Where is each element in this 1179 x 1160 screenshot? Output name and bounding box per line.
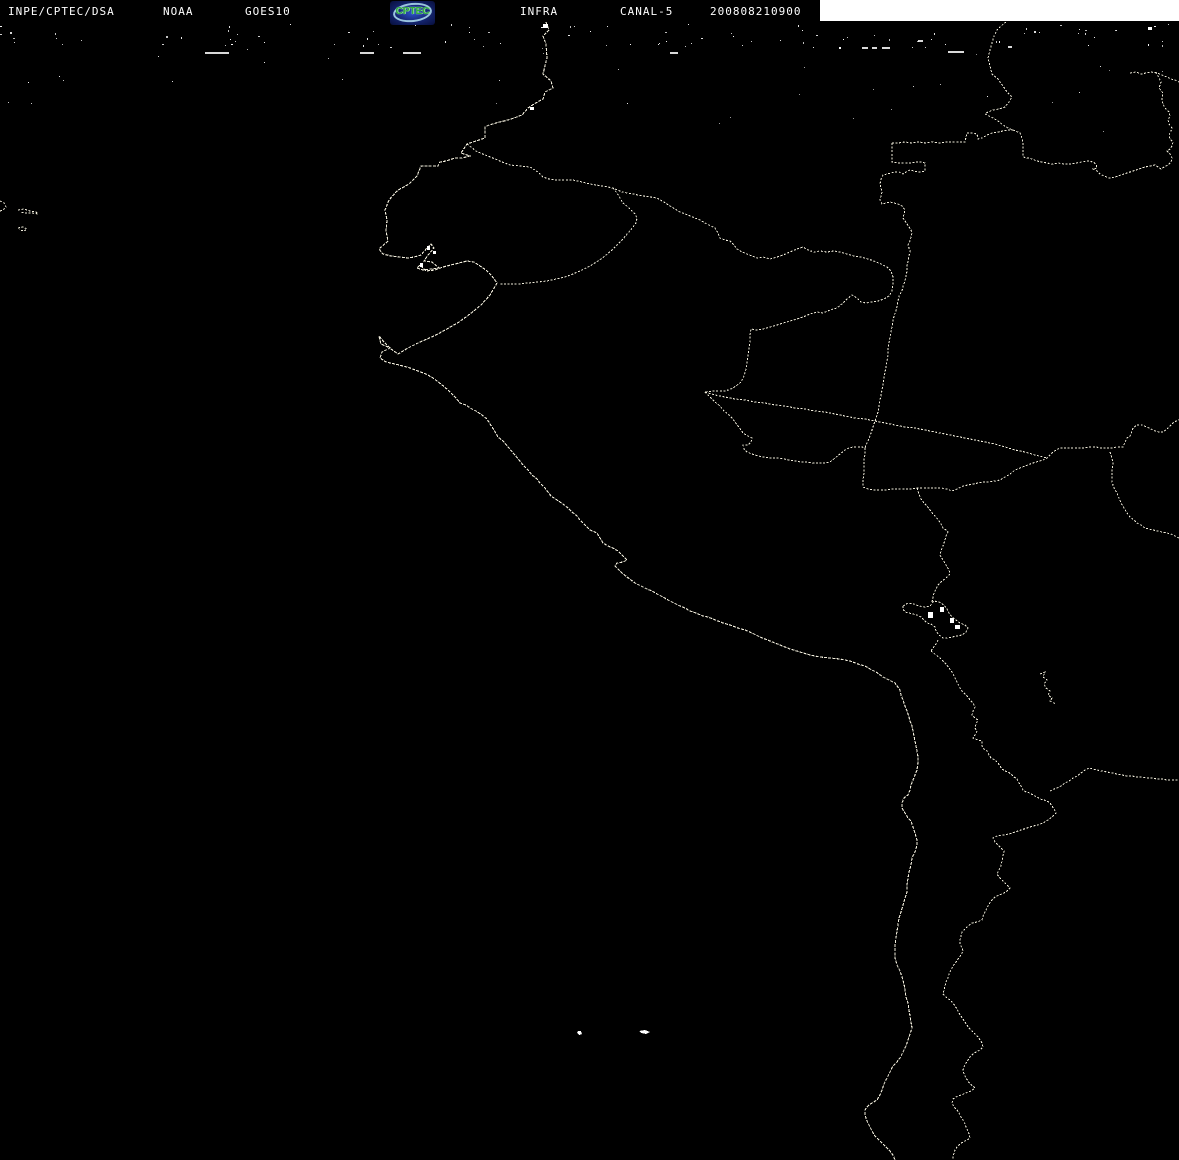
lake-titicaca-outlet [931, 640, 938, 651]
satellite-label: GOES10 [245, 6, 291, 17]
lake-titicaca [903, 601, 968, 638]
satellite-image-viewer: INPE/CPTEC/DSA NOAA GOES10 INFRA CANAL-5… [0, 0, 1179, 1160]
island-marks [0, 201, 38, 231]
border-path-se-branch [1110, 452, 1179, 538]
border-path-topright-stub [1130, 72, 1179, 82]
border-path-colombia-brazil [985, 22, 1173, 178]
cptec-logo: CPTEC [390, 1, 435, 25]
border-path-east-branch [1050, 768, 1179, 791]
agency-label: INPE/CPTEC/DSA [8, 6, 115, 17]
speck-marks [577, 1030, 650, 1035]
channel-label: CANAL-5 [620, 6, 673, 17]
border-path-horizontal-143 [892, 130, 1013, 143]
border-path-peru-brazil [705, 392, 1179, 491]
border-path-peru-brazil-north [865, 143, 925, 448]
cptec-logo-text: CPTEC [390, 6, 435, 17]
border-path-putumayo [467, 144, 893, 392]
noise-speckles [0, 24, 1169, 629]
band-label: INFRA [520, 6, 558, 17]
coastline-path [379, 22, 918, 1160]
header-blank-area [820, 0, 1179, 21]
river-squiggle [1040, 672, 1056, 705]
satellite-map [0, 0, 1179, 1160]
header-bar: INPE/CPTEC/DSA NOAA GOES10 INFRA CANAL-5… [0, 0, 1179, 22]
border-path-amazon-diagonal [705, 392, 1047, 458]
noaa-label: NOAA [163, 6, 194, 17]
border-path-peru-bolivia [917, 488, 950, 602]
border-path-bolivia-chile [931, 651, 1056, 1160]
timestamp-label: 200808210900 [710, 6, 801, 17]
border-path-ecuador-peru [499, 188, 637, 284]
